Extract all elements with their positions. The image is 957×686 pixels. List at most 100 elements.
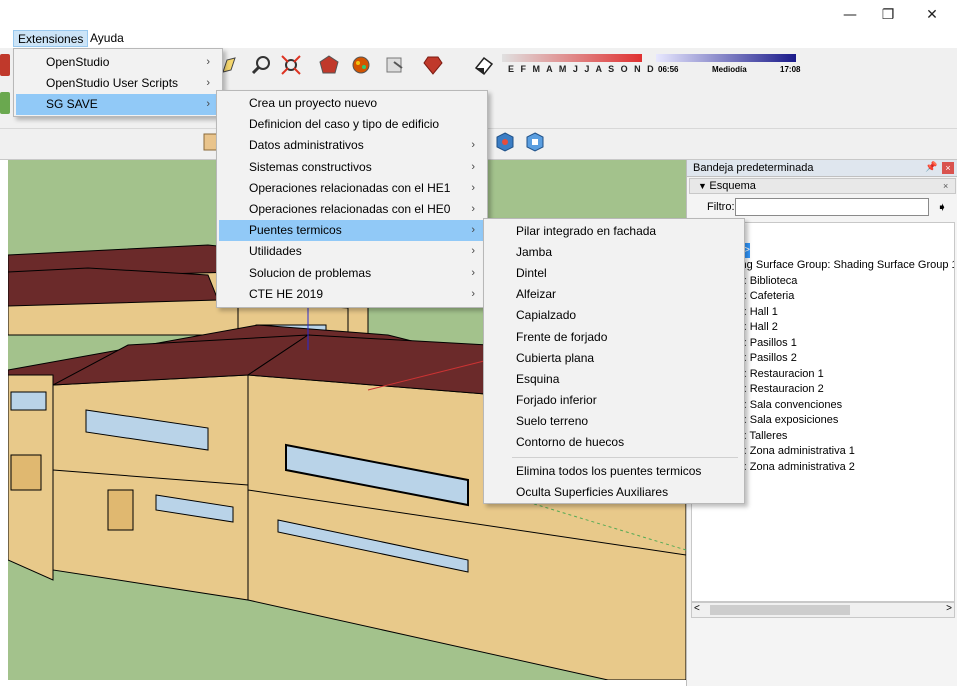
time-start-label: 06:56 <box>658 65 679 74</box>
submenu-arrow-icon: › <box>471 160 475 173</box>
sgsave-menu-item[interactable]: Utilidades › <box>219 241 485 262</box>
submenu-arrow-icon: › <box>471 224 475 237</box>
zoom-extents-icon[interactable] <box>280 54 302 76</box>
puentes-menu-item[interactable]: Pilar integrado en fachada <box>486 221 742 242</box>
sgsave-menu-item[interactable]: CTE HE 2019 › <box>219 284 485 305</box>
menu-item-label: Operaciones relacionadas con el HE0 <box>249 202 451 216</box>
title-bar: — ❐ ✕ <box>0 0 957 30</box>
sgsave-menu-item[interactable]: Operaciones relacionadas con el HE0 › <box>219 199 485 220</box>
submenu-arrow-icon: › <box>471 203 475 215</box>
menu-item-label: Esquina <box>516 371 560 386</box>
menu-item-label: Definicion del caso y tipo de edificio <box>249 117 440 132</box>
time-end-label: 17:08 <box>780 65 801 74</box>
puentes-menu-item[interactable]: Forjado inferior <box>486 390 742 411</box>
outliner-row[interactable]: ce: Zona administrativa 1 <box>732 444 855 459</box>
menu-item-label: Pilar integrado en fachada <box>516 224 657 238</box>
horizontal-scrollbar[interactable]: < > <box>691 602 955 618</box>
shape-icon[interactable] <box>318 54 340 76</box>
sgsave-menu-item[interactable]: Sistemas constructivos › <box>219 157 485 178</box>
submenu-arrow-icon: › <box>471 139 475 152</box>
puentes-menu-item[interactable]: Oculta Superficies Auxiliares <box>486 482 742 503</box>
partial-tool-icon[interactable] <box>0 92 10 114</box>
sgsave-menu-item[interactable]: Crea un proyecto nuevo <box>219 93 485 114</box>
restore-button[interactable]: ❐ <box>870 4 906 26</box>
partial-tool-icon[interactable] <box>0 54 10 76</box>
menu-item-label: Contorno de huecos <box>516 435 625 449</box>
outliner-row[interactable]: ce: Sala exposiciones <box>732 413 838 428</box>
sgsave-menu-item[interactable]: Datos administrativos › <box>219 135 485 156</box>
puentes-menu-item[interactable]: Cubierta plana <box>486 348 742 369</box>
menu-item-label: Utilidades <box>249 244 302 259</box>
sgsave-menu-item[interactable]: Operaciones relacionadas con el HE1 › <box>219 178 485 199</box>
outliner-details-icon[interactable]: ➧ <box>937 200 947 214</box>
puentes-termicos-submenu: Pilar integrado en fachada Jamba Dintel Alf… <box>483 218 745 504</box>
menu-item-sg-save[interactable]: SG SAVE › <box>16 94 220 115</box>
month-slider-track[interactable] <box>502 54 642 62</box>
menu-extensiones[interactable]: Extensiones <box>13 30 89 47</box>
time-mid-label: Mediodía <box>712 65 747 74</box>
filter-input[interactable] <box>735 198 929 216</box>
outliner-row[interactable]: ce: Sala convenciones <box>732 398 842 413</box>
scrollbar-thumb[interactable] <box>710 605 850 615</box>
outliner-header[interactable]: ▼ Esquema <box>689 178 956 194</box>
shadows-icon[interactable] <box>472 54 494 76</box>
submenu-arrow-icon: › <box>471 287 475 300</box>
filter-label: Filtro: <box>707 201 735 213</box>
time-slider-track[interactable] <box>656 54 796 62</box>
minimize-button[interactable]: — <box>832 4 868 26</box>
menu-bar: Extensiones Ayuda <box>0 28 957 48</box>
menu-item-openstudio[interactable]: OpenStudio › <box>16 52 220 73</box>
menu-item-label: Datos administrativos <box>249 138 364 153</box>
zoom-icon[interactable] <box>250 54 272 76</box>
outliner-title: Esquema <box>709 180 756 192</box>
outliner-row[interactable]: ce: Restauracion 2 <box>732 382 824 397</box>
collapse-triangle-icon: ▼ <box>698 181 710 191</box>
menu-item-label: Crea un proyecto nuevo <box>249 96 378 110</box>
outliner-row[interactable]: ce: Zona administrativa 2 <box>732 460 855 475</box>
puentes-menu-item[interactable]: Esquina <box>486 369 742 390</box>
puentes-menu-item[interactable]: Frente de forjado <box>486 327 742 348</box>
openstudio-space-icon[interactable] <box>524 131 546 153</box>
submenu-arrow-icon: › <box>471 266 475 279</box>
puentes-menu-item[interactable]: Contorno de huecos <box>486 432 742 453</box>
ruby-icon[interactable] <box>422 54 444 76</box>
menu-item-label: Jamba <box>516 245 553 260</box>
menu-item-label: Sistemas constructivos <box>249 159 372 174</box>
sgsave-submenu: Crea un proyecto nuevo Definicion del cas… <box>216 90 488 308</box>
submenu-arrow-icon: › <box>206 98 210 110</box>
puentes-menu-item[interactable]: Dintel <box>486 263 742 284</box>
menu-item-label: Oculta Superficies Auxiliares <box>516 485 669 500</box>
sgsave-menu-item[interactable]: Solucion de problemas › <box>219 263 485 284</box>
openstudio-tool-icon[interactable] <box>494 131 516 153</box>
close-button[interactable]: ✕ <box>914 4 950 26</box>
menu-item-openstudio-user-scripts[interactable]: OpenStudio User Scripts › <box>16 73 220 94</box>
tray-title: Bandeja predeterminada <box>687 160 957 177</box>
export-icon[interactable] <box>384 54 406 76</box>
puentes-menu-item[interactable]: Alfeizar <box>486 284 742 305</box>
menu-separator <box>512 457 738 458</box>
extensiones-menu: OpenStudio › OpenStudio User Scripts › SG … <box>13 48 223 117</box>
puentes-menu-item[interactable]: Jamba <box>486 242 742 263</box>
submenu-arrow-icon: › <box>471 245 475 258</box>
scroll-left-icon[interactable]: < <box>694 603 700 614</box>
pin-icon[interactable]: 📌 <box>925 162 937 173</box>
menu-item-label: Capialzado <box>516 308 577 323</box>
paint-icon[interactable] <box>350 54 372 76</box>
menu-item-label: Puentes termicos <box>249 223 342 238</box>
puentes-menu-item[interactable]: Capialzado <box>486 305 742 326</box>
sgsave-menu-item[interactable]: Puentes termicos › <box>219 220 485 242</box>
menu-item-label: Cubierta plana <box>516 350 595 365</box>
puentes-menu-item[interactable]: Suelo terreno <box>486 411 742 432</box>
puentes-menu-item[interactable]: Elimina todos los puentes termicos <box>486 461 742 482</box>
months-label: E F M A M J J A S O N D <box>508 64 656 74</box>
menu-ayuda[interactable]: Ayuda <box>86 30 128 47</box>
scroll-right-icon[interactable]: > <box>946 603 952 614</box>
outliner-row[interactable]: ding Surface Group: Shading Surface Grou… <box>732 258 954 273</box>
sgsave-menu-item[interactable]: Definicion del caso y tipo de edificio <box>219 114 485 135</box>
tray-close-icon[interactable]: × <box>942 162 954 174</box>
submenu-arrow-icon: › <box>206 56 210 68</box>
outliner-row[interactable]: ce: Restauracion 1 <box>732 367 824 382</box>
outliner-close-icon[interactable]: × <box>943 181 948 191</box>
menu-item-label: Frente de forjado <box>516 329 608 344</box>
menu-item-label: Forjado inferior <box>516 392 597 407</box>
